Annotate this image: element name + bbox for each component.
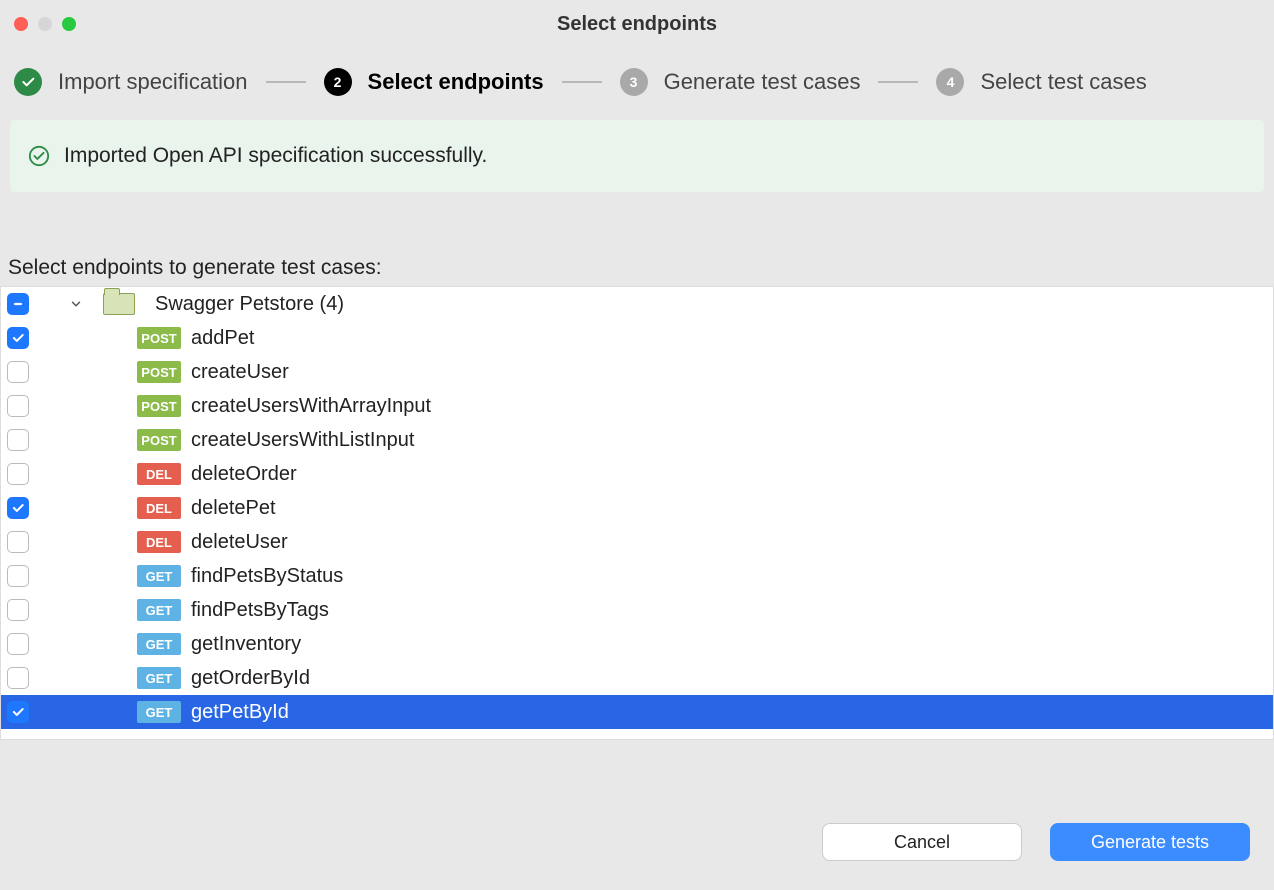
- tree-row[interactable]: GET getPetById: [1, 695, 1273, 729]
- http-method-badge: DEL: [137, 531, 181, 553]
- endpoint-name: createUsersWithArrayInput: [187, 395, 431, 418]
- tree-row[interactable]: GET findPetsByStatus: [1, 559, 1273, 593]
- tree-row[interactable]: DEL deleteOrder: [1, 457, 1273, 491]
- step-number-icon: 2: [324, 68, 352, 96]
- step-label: Generate test cases: [664, 69, 861, 95]
- tree-row[interactable]: POST createUsersWithListInput: [1, 423, 1273, 457]
- notice-text: Imported Open API specification successf…: [64, 144, 487, 168]
- check-icon: [14, 68, 42, 96]
- step-separator: [562, 81, 602, 83]
- http-method-badge: POST: [137, 429, 181, 451]
- step-number-icon: 4: [936, 68, 964, 96]
- endpoint-name: createUser: [187, 361, 289, 384]
- wizard-steps: Import specification 2 Select endpoints …: [0, 48, 1274, 120]
- success-icon: [28, 145, 50, 167]
- tree-row[interactable]: GET getInventory: [1, 627, 1273, 661]
- endpoint-name: getOrderById: [187, 667, 310, 690]
- tree-row[interactable]: POST createUser: [1, 355, 1273, 389]
- step-separator: [266, 81, 306, 83]
- checkbox[interactable]: [7, 701, 29, 723]
- checkbox[interactable]: [7, 565, 29, 587]
- tree-row[interactable]: POST addPet: [1, 321, 1273, 355]
- step-select-test-cases: 4 Select test cases: [936, 68, 1146, 96]
- http-method-badge: GET: [137, 599, 181, 621]
- endpoint-name: getPetById: [187, 701, 289, 724]
- chevron-down-icon[interactable]: [69, 297, 83, 311]
- checkbox[interactable]: [7, 497, 29, 519]
- tree-row[interactable]: GET findPetsByTags: [1, 593, 1273, 627]
- tree-root-row[interactable]: Swagger Petstore (4): [1, 287, 1273, 321]
- endpoint-name: deleteUser: [187, 531, 288, 554]
- tree-root-label: Swagger Petstore (4): [155, 293, 344, 316]
- checkbox[interactable]: [7, 463, 29, 485]
- http-method-badge: POST: [137, 361, 181, 383]
- checkbox[interactable]: [7, 599, 29, 621]
- http-method-badge: GET: [137, 701, 181, 723]
- http-method-badge: POST: [137, 395, 181, 417]
- http-method-badge: GET: [137, 565, 181, 587]
- endpoint-tree[interactable]: Swagger Petstore (4) POST addPet POST creat…: [0, 286, 1274, 740]
- checkbox[interactable]: [7, 327, 29, 349]
- cancel-button[interactable]: Cancel: [822, 823, 1022, 861]
- http-method-badge: GET: [137, 633, 181, 655]
- endpoint-name: deletePet: [187, 497, 276, 520]
- step-generate-test-cases: 3 Generate test cases: [620, 68, 861, 96]
- endpoint-name: deleteOrder: [187, 463, 297, 486]
- tree-row[interactable]: DEL deleteUser: [1, 525, 1273, 559]
- import-success-notice: Imported Open API specification successf…: [10, 120, 1264, 192]
- checkbox-root[interactable]: [7, 293, 29, 315]
- endpoint-name: findPetsByTags: [187, 599, 329, 622]
- http-method-badge: DEL: [137, 497, 181, 519]
- step-label: Import specification: [58, 69, 248, 95]
- step-label: Select endpoints: [368, 69, 544, 95]
- window-title: Select endpoints: [0, 13, 1274, 36]
- endpoint-name: getInventory: [187, 633, 301, 656]
- step-number-icon: 3: [620, 68, 648, 96]
- checkbox[interactable]: [7, 429, 29, 451]
- step-import-specification: Import specification: [14, 68, 248, 96]
- tree-row[interactable]: GET getOrderById: [1, 661, 1273, 695]
- generate-tests-button[interactable]: Generate tests: [1050, 823, 1250, 861]
- dialog-footer: Cancel Generate tests: [0, 794, 1274, 890]
- http-method-badge: POST: [137, 327, 181, 349]
- folder-icon: [103, 293, 135, 315]
- step-label: Select test cases: [980, 69, 1146, 95]
- section-label: Select endpoints to generate test cases:: [0, 192, 1274, 286]
- checkbox[interactable]: [7, 361, 29, 383]
- endpoint-name: addPet: [187, 327, 254, 350]
- titlebar: Select endpoints: [0, 0, 1274, 48]
- http-method-badge: DEL: [137, 463, 181, 485]
- http-method-badge: GET: [137, 667, 181, 689]
- checkbox[interactable]: [7, 531, 29, 553]
- checkbox[interactable]: [7, 395, 29, 417]
- step-select-endpoints: 2 Select endpoints: [324, 68, 544, 96]
- endpoint-name: findPetsByStatus: [187, 565, 343, 588]
- tree-row[interactable]: DEL deletePet: [1, 491, 1273, 525]
- checkbox[interactable]: [7, 667, 29, 689]
- endpoint-name: createUsersWithListInput: [187, 429, 414, 452]
- step-separator: [878, 81, 918, 83]
- checkbox[interactable]: [7, 633, 29, 655]
- tree-row[interactable]: POST createUsersWithArrayInput: [1, 389, 1273, 423]
